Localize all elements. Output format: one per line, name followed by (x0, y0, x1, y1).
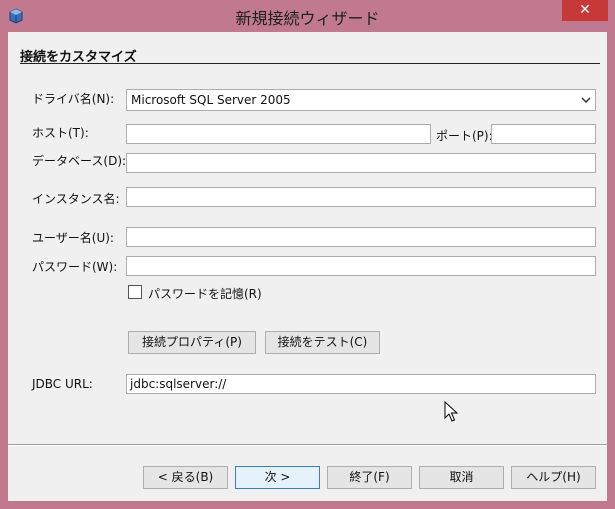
cancel-button[interactable]: 取消 (419, 466, 504, 489)
port-label: ポート(P): (436, 129, 493, 143)
chevron-down-icon (581, 97, 591, 104)
database-input[interactable] (126, 153, 596, 173)
remember-password-label: パスワードを記憶(R) (148, 287, 262, 301)
next-button[interactable]: 次 > (235, 466, 320, 489)
driver-select-value: Microsoft SQL Server 2005 (131, 93, 291, 107)
close-button[interactable]: ✕ (562, 0, 608, 21)
connection-properties-button[interactable]: 接続プロパティ(P) (128, 331, 256, 354)
help-button[interactable]: ヘルプ(H) (511, 466, 596, 489)
remember-password-checkbox[interactable] (128, 285, 142, 299)
section-divider (20, 63, 600, 64)
driver-select[interactable]: Microsoft SQL Server 2005 (126, 89, 596, 111)
driver-label: ドライバ名(N): (32, 92, 115, 106)
instance-input[interactable] (126, 187, 596, 207)
host-label: ホスト(T): (32, 126, 89, 140)
mouse-cursor-icon (444, 401, 458, 422)
jdbc-url-input[interactable]: jdbc:sqlserver:// (126, 374, 596, 394)
host-input[interactable] (126, 124, 431, 144)
wizard-window: 新規接続ウィザード ✕ 接続をカスタマイズ ドライバ名(N): Microsof… (0, 0, 615, 509)
window-title: 新規接続ウィザード (235, 9, 380, 28)
password-label: パスワード(W): (32, 260, 118, 274)
footer-divider-highlight (8, 445, 607, 446)
username-input[interactable] (126, 227, 596, 247)
test-connection-button[interactable]: 接続をテスト(C) (265, 331, 380, 354)
finish-button[interactable]: 終了(F) (327, 466, 412, 489)
username-label: ユーザー名(U): (32, 231, 114, 245)
password-input[interactable] (126, 256, 596, 276)
database-label: データベース(D): (32, 154, 127, 168)
wizard-body: 接続をカスタマイズ ドライバ名(N): Microsoft SQL Server… (8, 32, 607, 501)
back-button[interactable]: < 戻る(B) (143, 466, 228, 489)
port-input[interactable] (491, 124, 596, 144)
jdbc-url-label: JDBC URL: (32, 377, 93, 391)
instance-label: インスタンス名: (32, 192, 120, 206)
title-bar[interactable]: 新規接続ウィザード ✕ (0, 0, 615, 32)
